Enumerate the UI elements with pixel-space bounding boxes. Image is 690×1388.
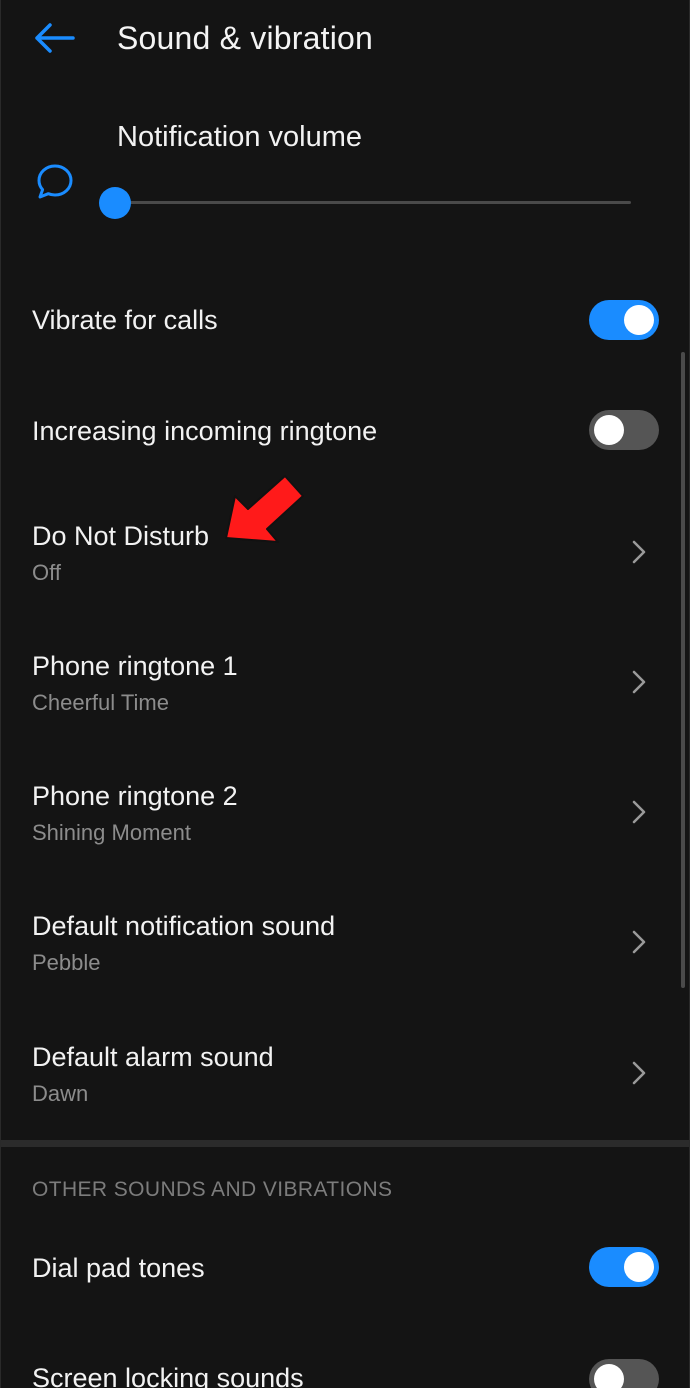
red-arrow-annotation-icon [225,475,304,543]
chevron-right-icon [632,540,646,564]
toggle-knob [594,1364,624,1388]
chat-bubble-icon [37,164,73,199]
default-alarm-sound-label: Default alarm sound [32,1042,274,1072]
notification-volume-slider[interactable] [99,186,631,220]
chevron-right-icon [632,800,646,824]
slider-thumb[interactable] [99,187,131,219]
slider-track [115,201,631,204]
chevron-right-icon [632,930,646,954]
screen-locking-sounds-label: Screen locking sounds [32,1363,304,1388]
back-button[interactable] [29,18,79,58]
increasing-ringtone-toggle[interactable] [589,410,659,450]
sound-vibration-screen: Sound & vibration Notification volume Vi… [0,0,690,1388]
toggle-knob [624,305,654,335]
dial-pad-tones-row[interactable]: Dial pad tones [1,1228,677,1308]
default-notification-sound-row[interactable]: Default notification sound Pebble [1,890,677,1000]
default-notification-sound-value: Pebble [32,950,101,975]
default-alarm-sound-value: Dawn [32,1081,89,1106]
scrollbar[interactable] [681,352,685,988]
toggle-knob [594,415,624,445]
section-divider [1,1140,689,1147]
screen-locking-sounds-toggle[interactable] [589,1359,659,1388]
page-title: Sound & vibration [117,20,374,56]
other-sounds-section-header: OTHER SOUNDS AND VIBRATIONS [32,1178,393,1201]
app-header: Sound & vibration [1,0,689,80]
vibrate-for-calls-label: Vibrate for calls [32,305,218,335]
screen-locking-sounds-row[interactable]: Screen locking sounds [1,1338,677,1388]
vibrate-for-calls-toggle[interactable] [589,300,659,340]
do-not-disturb-label: Do Not Disturb [32,521,210,551]
do-not-disturb-value: Off [32,560,61,585]
phone-ringtone-1-value: Cheerful Time [32,690,169,715]
phone-ringtone-2-row[interactable]: Phone ringtone 2 Shining Moment [1,760,677,870]
arrow-left-icon [35,23,75,53]
dial-pad-tones-toggle[interactable] [589,1247,659,1287]
phone-ringtone-1-label: Phone ringtone 1 [32,651,238,681]
phone-ringtone-1-row[interactable]: Phone ringtone 1 Cheerful Time [1,630,677,740]
dial-pad-tones-label: Dial pad tones [32,1253,205,1283]
vibrate-for-calls-row[interactable]: Vibrate for calls [1,280,677,360]
chevron-right-icon [632,670,646,694]
do-not-disturb-row[interactable]: Do Not Disturb Off [1,500,677,610]
default-notification-sound-label: Default notification sound [32,911,336,941]
increasing-ringtone-row[interactable]: Increasing incoming ringtone [1,390,677,470]
toggle-knob [624,1252,654,1282]
phone-ringtone-2-value: Shining Moment [32,820,191,845]
default-alarm-sound-row[interactable]: Default alarm sound Dawn [1,1021,677,1131]
chevron-right-icon [632,1061,646,1085]
notification-volume-label: Notification volume [117,121,362,153]
phone-ringtone-2-label: Phone ringtone 2 [32,781,238,811]
increasing-ringtone-label: Increasing incoming ringtone [32,416,378,446]
